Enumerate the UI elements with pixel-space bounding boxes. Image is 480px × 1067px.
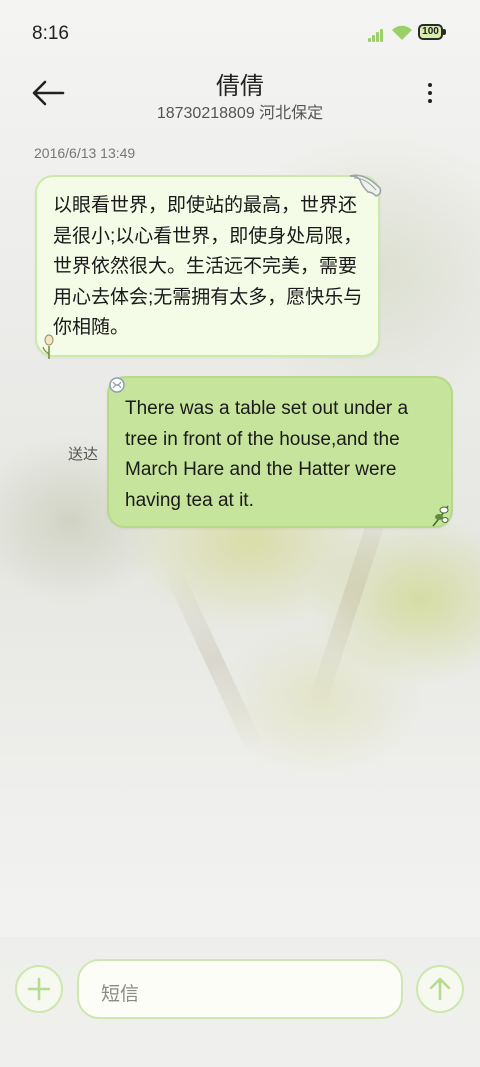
add-icon	[27, 977, 51, 1001]
send-button[interactable]	[416, 965, 464, 1013]
wifi-icon	[392, 25, 412, 40]
incoming-message-bubble[interactable]: 以眼看世界，即使站的最高，世界还是很小;以心看世界，即使身处局限，世界依然很大。…	[35, 175, 380, 357]
status-bar: 8:16 100	[0, 0, 480, 64]
delivery-status: 送达	[68, 446, 99, 463]
message-timestamp: 2016/6/13 13:49	[34, 145, 136, 161]
outgoing-message-bubble[interactable]: There was a table set out under a tree i…	[107, 376, 453, 528]
add-attachment-button[interactable]	[15, 965, 63, 1013]
signal-icon	[368, 28, 386, 42]
leaf-sticker-icon	[432, 505, 449, 527]
battery-level: 100	[422, 26, 439, 37]
contact-number-location: 18730218809 河北保定	[156, 105, 324, 122]
knot-sticker-icon	[109, 377, 125, 393]
message-input-placeholder: 短信	[101, 984, 140, 1005]
message-input[interactable]: 短信	[77, 959, 403, 1019]
telephone-sticker-icon	[349, 174, 382, 197]
battery-icon: 100	[418, 22, 448, 42]
contact-name: 倩倩	[216, 73, 264, 100]
flower-sticker-icon	[42, 334, 54, 359]
status-time: 8:16	[32, 23, 69, 44]
outgoing-message-text: There was a table set out under a tree i…	[125, 398, 409, 511]
send-arrow-icon	[429, 977, 451, 1001]
more-vert-icon[interactable]	[418, 78, 442, 108]
incoming-message-text: 以眼看世界，即使站的最高，世界还是很小;以心看世界，即使身处局限，世界依然很大。…	[53, 195, 363, 338]
